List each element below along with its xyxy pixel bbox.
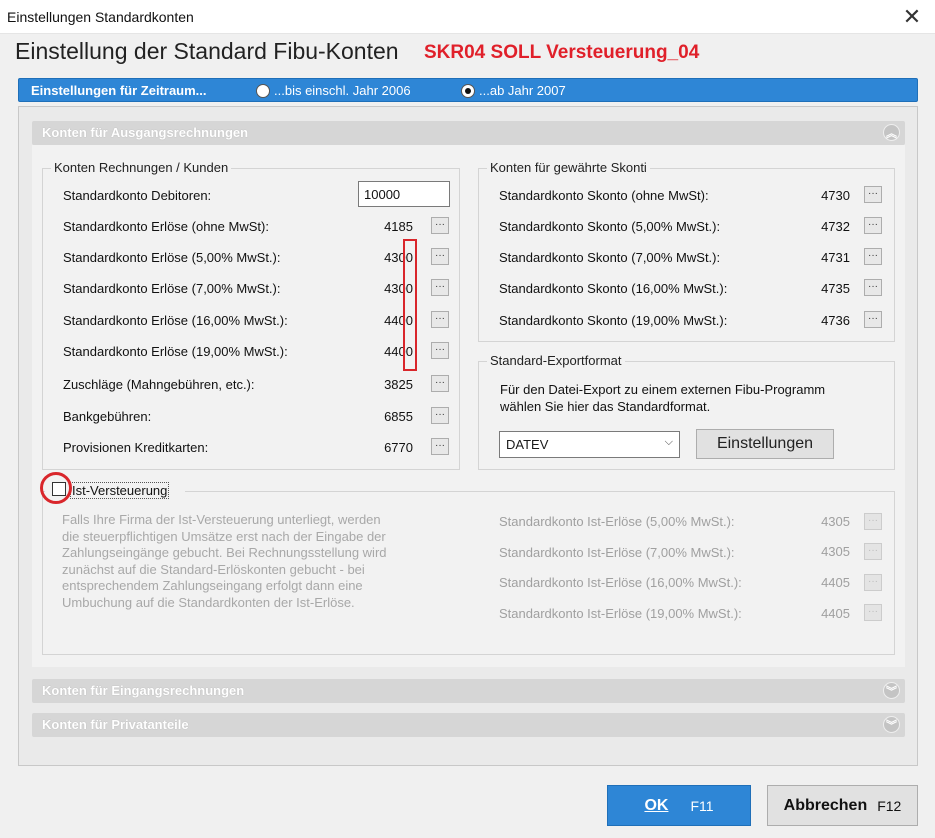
discount-7-label: Standardkonto Skonto (7,00% MwSt.): bbox=[499, 250, 721, 265]
revenue-7-browse-button[interactable]: ··· bbox=[431, 279, 449, 296]
highlight-circle bbox=[40, 472, 72, 504]
cancel-button[interactable]: Abbrechen F12 bbox=[767, 785, 918, 826]
desc-line: Zahlungseingänge gebucht. Bei Rechnungss… bbox=[62, 545, 387, 560]
export-format-value: DATEV bbox=[506, 437, 549, 452]
discount-no-vat-label: Standardkonto Skonto (ohne MwSt): bbox=[499, 188, 709, 203]
export-hint-line2: wählen Sie hier das Standardformat. bbox=[500, 399, 711, 414]
revenue-5-label: Standardkonto Erlöse (5,00% MwSt.): bbox=[63, 250, 281, 265]
group-customer-accounts-title: Konten Rechnungen / Kunden bbox=[51, 160, 232, 175]
discount-16-label: Standardkonto Skonto (16,00% MwSt.): bbox=[499, 281, 728, 296]
desc-line: entsprechendem Zahlungseingang erfolgt d… bbox=[62, 578, 363, 593]
ist-revenue-5-value: 4305 bbox=[821, 514, 850, 529]
expand-icon[interactable]: ︾ bbox=[883, 716, 900, 733]
ok-button[interactable]: OK F11 bbox=[607, 785, 751, 826]
period-bar: Einstellungen für Zeitraum... ...bis ein… bbox=[18, 78, 918, 102]
discount-19-value: 4736 bbox=[821, 313, 850, 328]
radio-checked-icon bbox=[461, 83, 475, 98]
surcharges-value: 3825 bbox=[384, 377, 413, 392]
period-option-from-2007[interactable]: ...ab Jahr 2007 bbox=[461, 83, 566, 98]
desc-line: Umbuchung auf die Standardkonten der Ist… bbox=[62, 594, 355, 610]
desc-line: Falls Ihre Firma der Ist-Versteuerung un… bbox=[62, 512, 381, 527]
desc-line: zunächst auf die Standard-Erlöskonten ge… bbox=[62, 561, 365, 577]
revenue-16-browse-button[interactable]: ··· bbox=[431, 311, 449, 328]
export-settings-button[interactable]: Einstellungen bbox=[696, 429, 834, 459]
period-label: Einstellungen für Zeitraum... bbox=[31, 83, 207, 98]
surcharges-label: Zuschläge (Mahngebühren, etc.): bbox=[63, 377, 255, 392]
page-title: Einstellung der Standard Fibu-Konten bbox=[15, 38, 399, 64]
card-commissions-browse-button[interactable]: ··· bbox=[431, 438, 449, 455]
ok-button-label: OK bbox=[644, 796, 669, 814]
revenue-no-vat-label: Standardkonto Erlöse (ohne MwSt): bbox=[63, 219, 269, 234]
discount-16-browse-button[interactable]: ··· bbox=[864, 279, 882, 296]
revenue-no-vat-value: 4185 bbox=[384, 219, 413, 234]
export-hint-line1: Für den Datei-Export zu einem externen F… bbox=[500, 382, 826, 397]
close-icon[interactable]: ✕ bbox=[889, 0, 935, 34]
card-commissions-value: 6770 bbox=[384, 440, 413, 455]
chevron-down-icon: ⌵ bbox=[664, 436, 673, 448]
revenue-no-vat-browse-button[interactable]: ··· bbox=[431, 217, 449, 234]
revenue-19-browse-button[interactable]: ··· bbox=[431, 342, 449, 359]
window-title: Einstellungen Standardkonten bbox=[7, 9, 194, 25]
window-titlebar: Einstellungen Standardkonten ✕ bbox=[0, 0, 935, 34]
cash-accounting-description: Falls Ihre Firma der Ist-Versteuerung un… bbox=[62, 512, 387, 611]
discount-19-label: Standardkonto Skonto (19,00% MwSt.): bbox=[499, 313, 728, 328]
group-discount-accounts-title: Konten für gewährte Skonti bbox=[487, 160, 650, 175]
section-outgoing-invoices-label: Konten für Ausgangsrechnungen bbox=[42, 125, 249, 140]
revenue-16-label: Standardkonto Erlöse (16,00% MwSt.): bbox=[63, 313, 288, 328]
card-commissions-label: Provisionen Kreditkarten: bbox=[63, 440, 209, 455]
ist-revenue-19-value: 4405 bbox=[821, 606, 850, 621]
radio-icon bbox=[256, 83, 270, 98]
ist-revenue-7-browse-button[interactable]: ··· bbox=[864, 543, 882, 560]
cancel-button-label: Abbrechen bbox=[783, 796, 868, 814]
section-incoming-invoices[interactable]: Konten für Eingangsrechnungen ︾ bbox=[32, 679, 905, 703]
expand-icon[interactable]: ︾ bbox=[883, 682, 900, 699]
revenue-19-label: Standardkonto Erlöse (19,00% MwSt.): bbox=[63, 344, 288, 359]
period-option-until-2006[interactable]: ...bis einschl. Jahr 2006 bbox=[256, 83, 411, 98]
export-format-select[interactable]: DATEV ⌵ bbox=[499, 431, 680, 458]
outgoing-invoices-content: Konten Rechnungen / Kunden Standardkonto… bbox=[32, 145, 905, 667]
ist-revenue-7-value: 4305 bbox=[821, 544, 850, 559]
group-export-format-title: Standard-Exportformat bbox=[487, 353, 625, 368]
period-option-until-2006-label: ...bis einschl. Jahr 2006 bbox=[274, 83, 411, 98]
ist-revenue-16-label: Standardkonto Ist-Erlöse (16,00% MwSt.): bbox=[499, 575, 742, 590]
ist-revenue-19-label: Standardkonto Ist-Erlöse (19,00% MwSt.): bbox=[499, 606, 742, 621]
ok-button-shortcut: F11 bbox=[690, 797, 714, 814]
discount-5-browse-button[interactable]: ··· bbox=[864, 217, 882, 234]
desc-line: die steuerpflichtigen Umsätze erst nach … bbox=[62, 528, 386, 544]
revenue-7-label: Standardkonto Erlöse (7,00% MwSt.): bbox=[63, 281, 281, 296]
section-incoming-invoices-label: Konten für Eingangsrechnungen bbox=[42, 683, 245, 698]
ist-revenue-19-browse-button[interactable]: ··· bbox=[864, 604, 882, 621]
section-private-shares-label: Konten für Privatanteile bbox=[42, 717, 189, 732]
bank-fees-value: 6855 bbox=[384, 409, 413, 424]
section-private-shares[interactable]: Konten für Privatanteile ︾ bbox=[32, 713, 905, 737]
bank-fees-browse-button[interactable]: ··· bbox=[431, 407, 449, 424]
bank-fees-label: Bankgebühren: bbox=[63, 409, 152, 424]
chart-of-accounts-label: SKR04 SOLL Versteuerung_04 bbox=[424, 42, 700, 63]
cancel-button-shortcut: F12 bbox=[877, 797, 902, 814]
ist-revenue-5-label: Standardkonto Ist-Erlöse (5,00% MwSt.): bbox=[499, 514, 735, 529]
highlight-rectangle bbox=[403, 239, 417, 371]
debitors-label: Standardkonto Debitoren: bbox=[63, 188, 212, 203]
discount-19-browse-button[interactable]: ··· bbox=[864, 311, 882, 328]
section-outgoing-invoices[interactable]: Konten für Ausgangsrechnungen ︽ bbox=[32, 121, 905, 145]
ist-revenue-7-label: Standardkonto Ist-Erlöse (7,00% MwSt.): bbox=[499, 545, 735, 560]
discount-no-vat-browse-button[interactable]: ··· bbox=[864, 186, 882, 203]
ist-revenue-16-value: 4405 bbox=[821, 575, 850, 590]
discount-no-vat-value: 4730 bbox=[821, 188, 850, 203]
discount-5-value: 4732 bbox=[821, 219, 850, 234]
cash-accounting-label[interactable]: Ist-Versteuerung bbox=[70, 482, 170, 499]
discount-16-value: 4735 bbox=[821, 281, 850, 296]
discount-5-label: Standardkonto Skonto (5,00% MwSt.): bbox=[499, 219, 721, 234]
revenue-5-browse-button[interactable]: ··· bbox=[431, 248, 449, 265]
debitors-input[interactable] bbox=[358, 181, 450, 207]
discount-7-browse-button[interactable]: ··· bbox=[864, 248, 882, 265]
ist-revenue-16-browse-button[interactable]: ··· bbox=[864, 574, 882, 591]
collapse-icon[interactable]: ︽ bbox=[883, 124, 900, 141]
period-option-from-2007-label: ...ab Jahr 2007 bbox=[479, 83, 566, 98]
ist-revenue-5-browse-button[interactable]: ··· bbox=[864, 513, 882, 530]
surcharges-browse-button[interactable]: ··· bbox=[431, 375, 449, 392]
discount-7-value: 4731 bbox=[821, 250, 850, 265]
